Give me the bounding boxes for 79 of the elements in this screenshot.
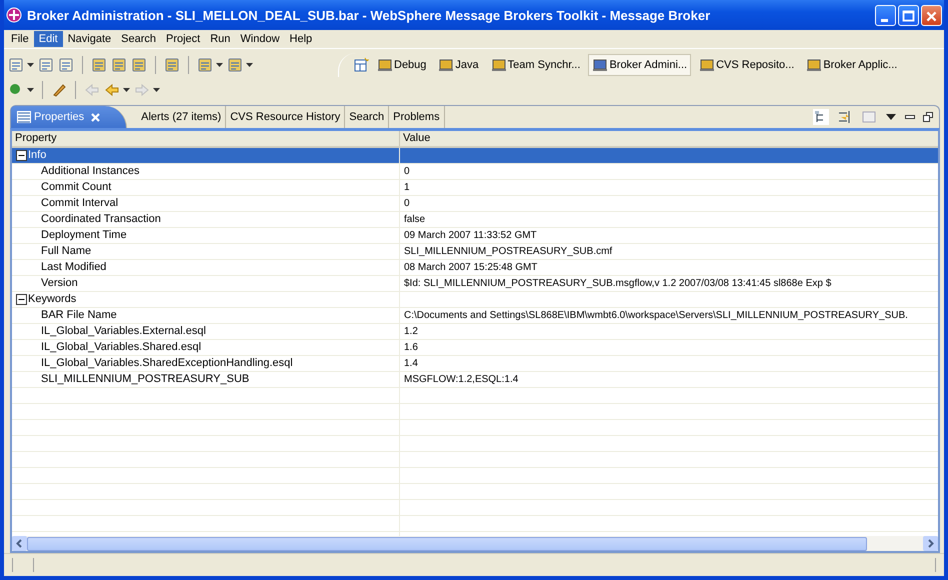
property-cell: Coordinated Transaction [12, 212, 400, 227]
property-cell: Commit Interval [12, 196, 400, 211]
value-cell-text: 08 March 2007 15:25:48 GMT [403, 261, 538, 275]
table-row[interactable]: Keywords [12, 292, 938, 308]
menu-item[interactable]: Window [235, 31, 285, 47]
value-cell-text: MSGFLOW:1.2,ESQL:1.4 [403, 373, 520, 387]
perspective-button[interactable]: Java [434, 54, 483, 76]
property-cell: IL_Global_Variables.Shared.esql [12, 340, 400, 355]
value-cell-text: 0 [403, 197, 411, 211]
value-cell-text: 1.2 [403, 325, 419, 339]
restore-icon[interactable] [923, 112, 933, 122]
view-menu-icon[interactable] [885, 113, 897, 121]
group-name: Info [28, 148, 46, 163]
minimize-button[interactable] [875, 4, 896, 26]
property-cell: Additional Instances [12, 164, 400, 179]
minimize-icon [881, 18, 888, 22]
property-cell: Commit Count [12, 180, 400, 195]
perspective-button[interactable]: Broker Applic... [802, 54, 902, 76]
perspective-button[interactable]: Broker Admini... [588, 54, 692, 76]
pen-icon[interactable] [51, 82, 67, 98]
perspective-button[interactable]: Debug [373, 54, 430, 76]
scrollbar-thumb[interactable] [27, 536, 867, 550]
caret-icon[interactable] [216, 62, 223, 67]
perspective-icon [490, 57, 507, 73]
menu-item[interactable]: Search [116, 31, 161, 47]
perspective-icon [699, 57, 716, 73]
caret-icon[interactable] [153, 88, 160, 92]
caret-icon[interactable] [246, 62, 253, 67]
perspective-button[interactable]: Team Synchr... [486, 54, 584, 76]
perspective-icon [377, 57, 393, 73]
collapse-icon[interactable] [16, 294, 27, 305]
menu-item[interactable]: Project [160, 31, 206, 47]
tree-icon[interactable] [813, 109, 829, 125]
perspective-icon [592, 57, 608, 73]
property-cell: Full Name [12, 244, 400, 259]
perspective-icon [806, 57, 822, 73]
column-header[interactable]: Value [400, 131, 938, 146]
menu-item[interactable]: Run [205, 31, 236, 47]
value-cell-text: C:\Documents and Settings\SL868E\IBM\wmbt6.0\workspace\Servers\SLI_MILLENNIUM_POSTREASURY_SUB. [403, 309, 909, 323]
close-icon[interactable] [91, 112, 100, 122]
open-perspective-icon[interactable] [353, 57, 369, 73]
scroll-left-icon[interactable] [12, 536, 27, 551]
group-name: Keywords [28, 292, 76, 307]
menu-item[interactable]: Navigate [62, 31, 116, 47]
maximize-button[interactable] [898, 4, 919, 26]
view-tab[interactable]: Properties [11, 106, 128, 128]
caret-icon[interactable] [27, 88, 34, 92]
property-cell: SLI_MILLENNIUM_POSTREASURY_SUB [12, 372, 400, 387]
list-icon [17, 111, 31, 123]
value-cell-text: 0 [403, 165, 411, 179]
value-cell-text: 1.6 [403, 341, 419, 355]
property-cell: IL_Global_Variables.SharedExceptionHandling.esql [12, 356, 400, 371]
perspective-button[interactable]: CVS Reposito... [695, 54, 798, 76]
value-cell-text: $Id: SLI_MILLENNIUM_POSTREASURY_SUB.msgflow,v 1.2 2007/03/08 13:41:45 sl868e Exp $ [403, 277, 832, 291]
horizontal-scrollbar[interactable] [12, 536, 938, 551]
caret-icon[interactable] [27, 62, 34, 67]
column-header[interactable]: Property [12, 131, 400, 146]
value-cell-text: 1.4 [403, 357, 419, 371]
value-cell-text: SLI_MILLENNIUM_POSTREASURY_SUB.cmf [403, 245, 614, 259]
minimize-icon[interactable] [905, 113, 915, 121]
menu-item[interactable]: Help [284, 31, 318, 47]
menu-item[interactable]: Edit [34, 31, 63, 47]
value-cell-text: false [403, 213, 426, 227]
window-title: Broker Administration - SLI_MELLON_DEAL_SUB.bar - WebSphere Message Brokers Toolkit - Message Broker [27, 8, 712, 22]
value-cell-text: 1 [403, 181, 411, 195]
app-icon [6, 7, 22, 23]
scroll-right-icon[interactable] [923, 536, 938, 551]
property-cell: BAR File Name [12, 308, 400, 323]
menu-item[interactable]: File [6, 31, 34, 47]
property-cell: Last Modified [12, 260, 400, 275]
close-button[interactable] [921, 4, 942, 26]
property-cell: Version [12, 276, 400, 291]
property-cell: Deployment Time [12, 228, 400, 243]
table-row[interactable]: Info [12, 148, 938, 164]
collapse-icon[interactable] [16, 150, 27, 161]
caret-icon[interactable] [123, 88, 130, 92]
perspective-icon [438, 57, 454, 73]
property-cell: IL_Global_Variables.External.esql [12, 324, 400, 339]
value-cell-text: 09 March 2007 11:33:52 GMT [403, 229, 538, 243]
